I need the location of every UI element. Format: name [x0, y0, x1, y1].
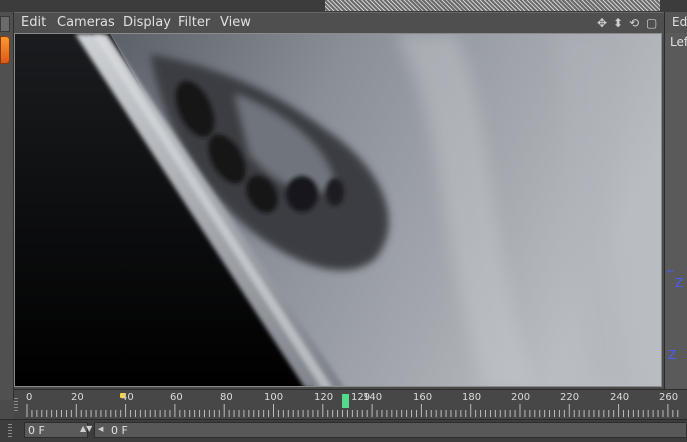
menu-edit[interactable]: Edit — [21, 15, 46, 30]
view-label: Lef — [670, 35, 687, 49]
tick-label-60: 60 — [170, 392, 183, 403]
tick-label-120: 120 — [314, 392, 334, 403]
tick-label-180: 180 — [462, 392, 482, 403]
range-field[interactable]: 0 F — [94, 422, 687, 438]
palette-icon[interactable] — [0, 16, 10, 32]
playhead[interactable] — [342, 394, 349, 408]
bottom-grip[interactable] — [8, 424, 12, 438]
zoom-icon[interactable]: ⬍ — [613, 16, 623, 30]
tick-label-100: 100 — [264, 392, 284, 403]
current-frame-field[interactable]: 0 F — [24, 422, 88, 438]
tick-label-220: 220 — [560, 392, 580, 403]
move-icon[interactable]: ✥ — [597, 16, 607, 30]
top-right-block — [666, 0, 687, 11]
tick-label-20: 20 — [71, 392, 84, 403]
tick-marks — [26, 404, 679, 417]
right-panel-header: Ed — [665, 12, 687, 33]
rotate-icon[interactable]: ⟲ — [629, 16, 639, 30]
axis-z-upper: Z — [675, 276, 684, 290]
timeline[interactable]: 0 20 40 60 80 100 120 140 160 180 200 22… — [14, 389, 687, 420]
key-marker[interactable] — [120, 393, 125, 398]
tick-label-260: 260 — [659, 392, 679, 403]
viewport-render — [15, 34, 661, 386]
tick-label-200: 200 — [511, 392, 531, 403]
left-tool-strip — [0, 12, 14, 400]
arrow-left-icon[interactable]: ◀ — [98, 425, 103, 433]
tick-label-80: 80 — [220, 392, 233, 403]
timeline-grip[interactable] — [14, 398, 18, 412]
axis-z-lower: Z — [668, 348, 677, 362]
viewport-header: Edit Cameras Display Filter View ✥ ⬍ ⟲ ▢ — [14, 12, 664, 34]
menu-display[interactable]: Display — [123, 15, 171, 30]
current-frame-label: 129 — [351, 392, 371, 403]
menu-cameras[interactable]: Cameras — [57, 15, 115, 30]
right-panel: Ed Lef ← Z Z — [664, 12, 687, 400]
axis-arrow-icon: ← — [667, 267, 675, 277]
menu-filter[interactable]: Filter — [178, 15, 210, 30]
bottom-bar: 0 F ▲▼ 0 F ◀ — [0, 419, 687, 442]
maximize-icon[interactable]: ▢ — [646, 16, 657, 30]
pattern-strip — [325, 0, 660, 11]
menu-view[interactable]: View — [220, 15, 251, 30]
tool-icon[interactable] — [0, 36, 10, 64]
tick-label-160: 160 — [413, 392, 433, 403]
tick-label-0: 0 — [26, 392, 33, 403]
spin-icon[interactable]: ▲▼ — [80, 424, 92, 433]
3d-viewport[interactable] — [14, 33, 662, 387]
tick-label-240: 240 — [610, 392, 630, 403]
right-panel-header-text[interactable]: Ed — [672, 15, 687, 29]
